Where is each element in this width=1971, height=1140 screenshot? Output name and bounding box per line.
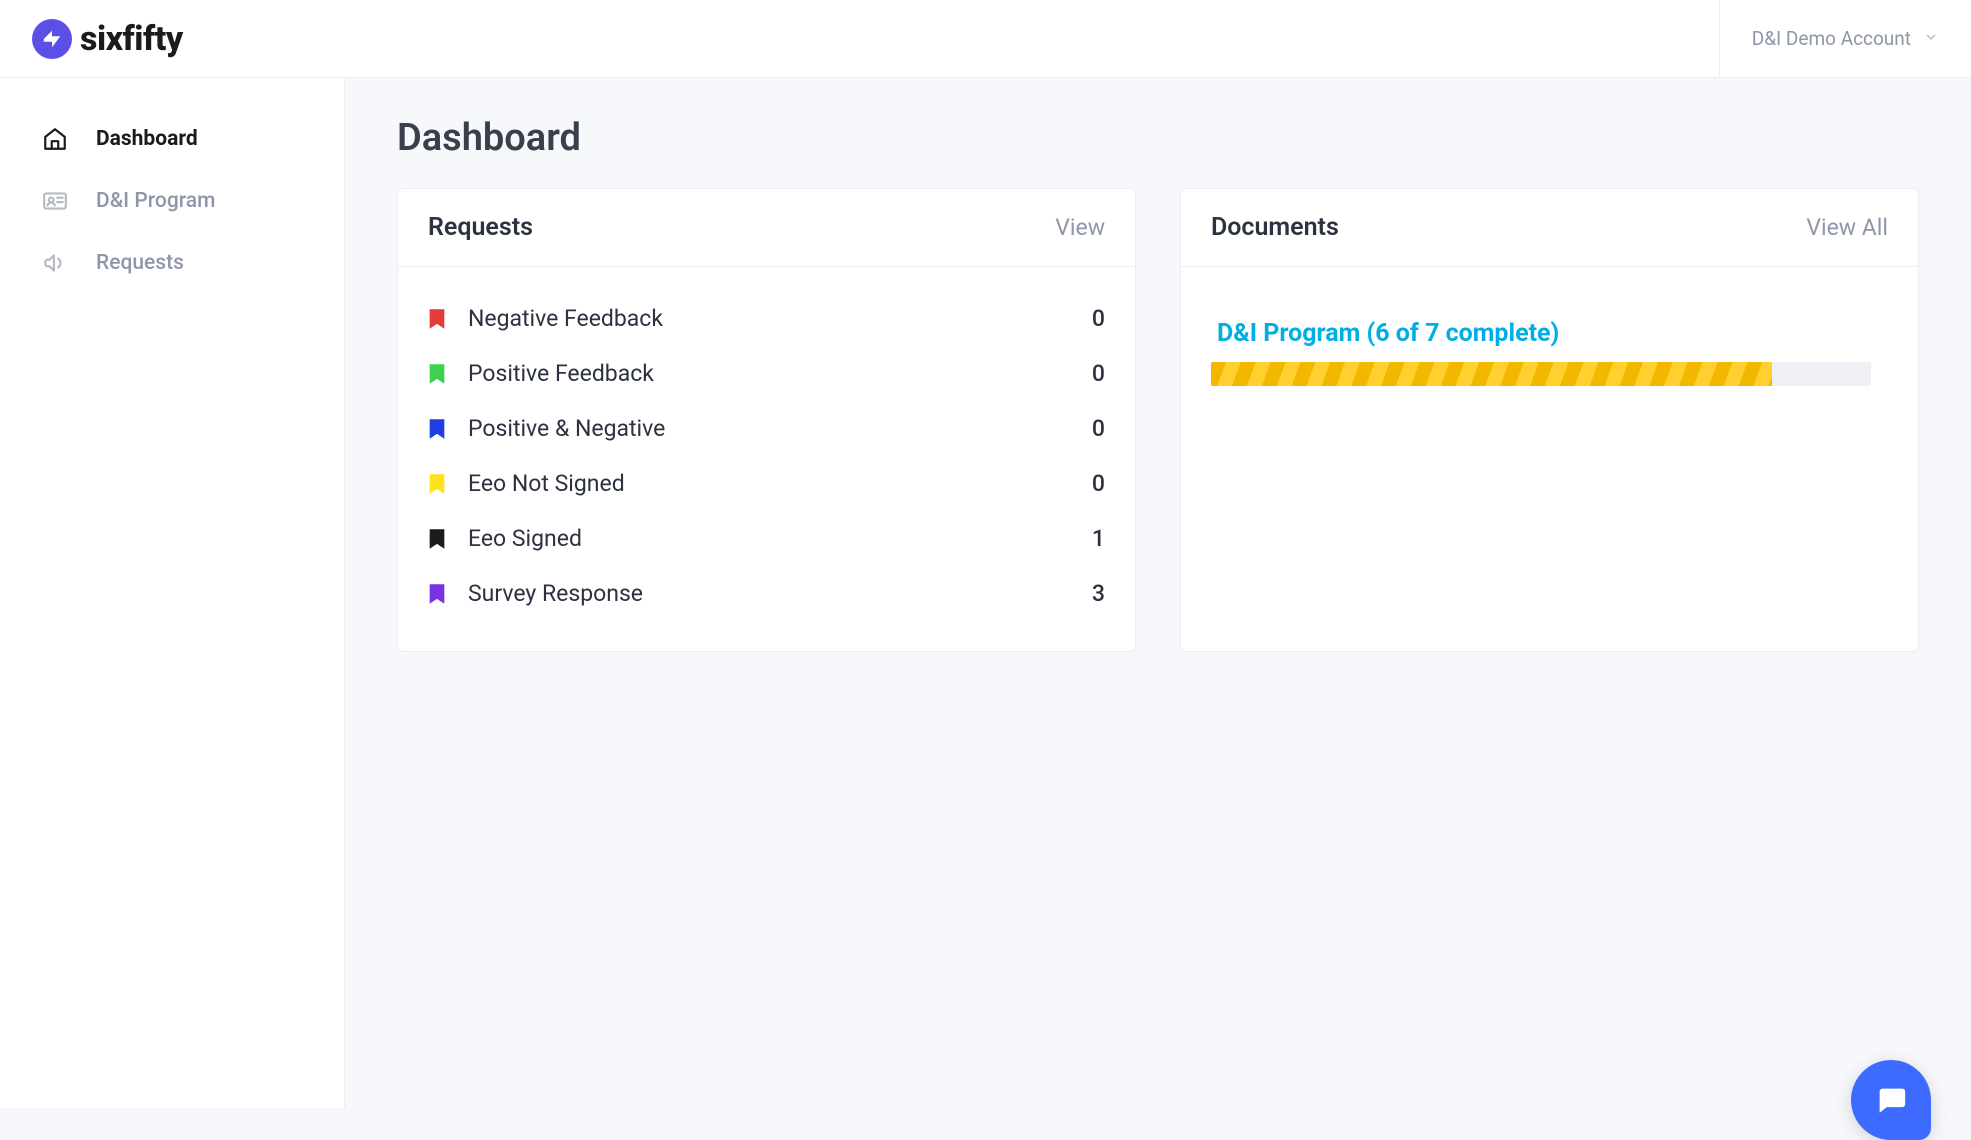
sidebar-item-label: Dashboard: [96, 127, 198, 151]
sidebar-item-label: Requests: [96, 251, 184, 275]
id-card-icon: [42, 188, 68, 214]
request-count: 3: [1092, 580, 1105, 607]
request-label: Survey Response: [468, 580, 1092, 607]
request-label: Negative Feedback: [468, 305, 1092, 332]
account-switcher[interactable]: D&I Demo Account: [1719, 0, 1971, 77]
progress-bar: [1211, 362, 1871, 386]
requests-card: Requests View Negative Feedback 0 Positi…: [397, 188, 1136, 652]
sidebar-item-label: D&I Program: [96, 189, 215, 213]
requests-list: Negative Feedback 0 Positive Feedback 0 …: [398, 267, 1135, 651]
progress-fill: [1211, 362, 1772, 386]
bookmark-icon: [428, 583, 446, 605]
request-row[interactable]: Positive Feedback 0: [428, 346, 1105, 401]
main-content: Dashboard Requests View Negative Feedbac…: [345, 78, 1971, 1108]
documents-card: Documents View All D&I Program (6 of 7 c…: [1180, 188, 1919, 652]
request-label: Eeo Signed: [468, 525, 1092, 552]
sidebar-item-dashboard[interactable]: Dashboard: [0, 108, 344, 170]
document-program-link[interactable]: D&I Program (6 of 7 complete): [1211, 319, 1888, 348]
help-chat-button[interactable]: [1851, 1060, 1931, 1140]
page-title: Dashboard: [397, 116, 1919, 160]
request-label: Positive Feedback: [468, 360, 1092, 387]
brand-logo[interactable]: sixfifty: [0, 0, 345, 77]
bookmark-icon: [428, 363, 446, 385]
documents-body: D&I Program (6 of 7 complete): [1181, 267, 1918, 416]
request-label: Positive & Negative: [468, 415, 1092, 442]
chat-icon: [1874, 1083, 1908, 1117]
cards-row: Requests View Negative Feedback 0 Positi…: [397, 188, 1919, 652]
account-label: D&I Demo Account: [1752, 27, 1911, 50]
documents-viewall-link[interactable]: View All: [1806, 214, 1888, 241]
request-count: 1: [1092, 525, 1105, 552]
documents-card-title: Documents: [1211, 213, 1339, 242]
topbar: sixfifty D&I Demo Account: [0, 0, 1971, 78]
brand-logo-icon: [32, 19, 72, 59]
home-icon: [42, 126, 68, 152]
requests-card-title: Requests: [428, 213, 533, 242]
request-count: 0: [1092, 360, 1105, 387]
sidebar-item-requests[interactable]: Requests: [0, 232, 344, 294]
request-row[interactable]: Positive & Negative 0: [428, 401, 1105, 456]
bookmark-icon: [428, 473, 446, 495]
bookmark-icon: [428, 418, 446, 440]
bookmark-icon: [428, 528, 446, 550]
request-count: 0: [1092, 415, 1105, 442]
request-row[interactable]: Eeo Not Signed 0: [428, 456, 1105, 511]
requests-card-header: Requests View: [398, 189, 1135, 267]
sidebar-item-di-program[interactable]: D&I Program: [0, 170, 344, 232]
megaphone-icon: [42, 250, 68, 276]
sidebar: Dashboard D&I Program Requests: [0, 78, 345, 1108]
request-count: 0: [1092, 305, 1105, 332]
request-count: 0: [1092, 470, 1105, 497]
request-label: Eeo Not Signed: [468, 470, 1092, 497]
chevron-down-icon: [1923, 29, 1939, 49]
brand-name: sixfifty: [80, 19, 183, 59]
requests-view-link[interactable]: View: [1055, 214, 1105, 241]
request-row[interactable]: Negative Feedback 0: [428, 291, 1105, 346]
request-row[interactable]: Survey Response 3: [428, 566, 1105, 621]
bookmark-icon: [428, 308, 446, 330]
documents-card-header: Documents View All: [1181, 189, 1918, 267]
request-row[interactable]: Eeo Signed 1: [428, 511, 1105, 566]
